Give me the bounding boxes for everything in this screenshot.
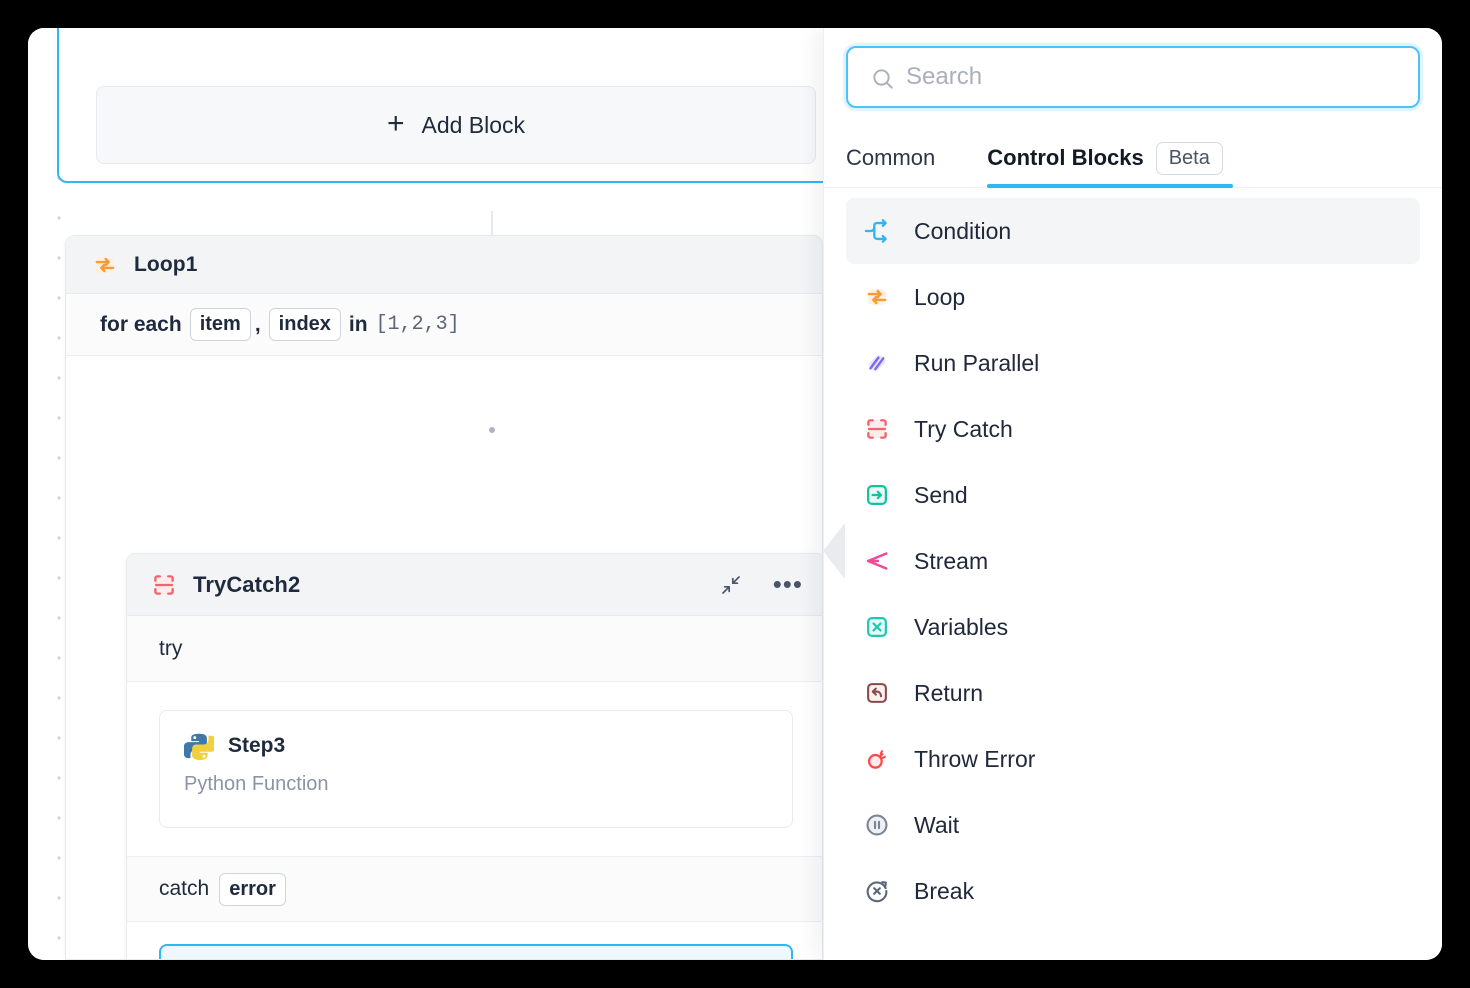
loop-block-header[interactable]: Loop1 [66, 236, 822, 294]
try-catch-icon [149, 570, 179, 600]
loop-expression-row: for each item , index in [1,2,3] [66, 294, 822, 356]
tab-control-blocks-label: Control Blocks [987, 145, 1143, 171]
block-item-label: Condition [914, 218, 1011, 245]
more-options-icon[interactable]: ••• [773, 577, 803, 593]
loop-body: TryCatch2 ••• try [66, 356, 822, 960]
try-catch-block-card[interactable]: TryCatch2 ••• try [126, 553, 823, 960]
block-list: Condition Loop [824, 188, 1442, 924]
app-window: + Add Block Loop1 for each item [28, 28, 1442, 960]
block-library-panel: Common Control Blocks Beta Condition [823, 28, 1442, 960]
block-item-variables[interactable]: Variables [846, 594, 1420, 660]
send-icon [862, 480, 892, 510]
tab-common[interactable]: Common [846, 129, 945, 187]
block-item-label: Try Catch [914, 416, 1013, 443]
block-item-wait[interactable]: Wait [846, 792, 1420, 858]
block-item-label: Variables [914, 614, 1008, 641]
selected-block-container[interactable]: + Add Block [57, 28, 847, 183]
block-item-label: Stream [914, 548, 988, 575]
try-catch-icon [862, 414, 892, 444]
catch-section-label: catch error [127, 856, 823, 922]
for-each-keyword: for each [100, 313, 182, 337]
loop-icon [862, 282, 892, 312]
step-card-step3[interactable]: Step3 Python Function [159, 710, 793, 828]
in-keyword: in [349, 313, 368, 337]
block-item-return[interactable]: Return [846, 660, 1420, 726]
try-catch-header[interactable]: TryCatch2 ••• [127, 554, 823, 616]
wait-icon [862, 810, 892, 840]
block-item-label: Send [914, 482, 968, 509]
add-block-button-catch[interactable]: + Add Block [159, 944, 793, 960]
return-icon [862, 678, 892, 708]
step-name: Step3 [228, 734, 285, 758]
catch-section-body: + Add Block [127, 922, 823, 960]
try-section-label: try [127, 616, 823, 682]
tab-control-blocks[interactable]: Control Blocks Beta [987, 129, 1233, 187]
block-item-label: Return [914, 680, 983, 707]
variables-icon [862, 612, 892, 642]
block-item-stream[interactable]: Stream [846, 528, 1420, 594]
block-item-try-catch[interactable]: Try Catch [846, 396, 1420, 462]
block-item-run-parallel[interactable]: Run Parallel [846, 330, 1420, 396]
try-catch-header-actions: ••• [719, 573, 803, 597]
try-label: try [159, 637, 182, 661]
tab-common-label: Common [846, 145, 935, 171]
throw-error-icon [862, 744, 892, 774]
try-section-body: Step3 Python Function [127, 682, 823, 856]
search-box[interactable] [846, 46, 1420, 108]
block-item-break[interactable]: Break [846, 858, 1420, 924]
try-catch-title: TryCatch2 [193, 572, 300, 598]
python-icon [184, 731, 214, 761]
loop-comma: , [255, 313, 261, 337]
connector-dot-top[interactable] [486, 424, 498, 436]
loop-item-variable[interactable]: item [190, 308, 251, 341]
block-item-throw-error[interactable]: Throw Error [846, 726, 1420, 792]
collapse-icon[interactable] [719, 573, 743, 597]
stream-icon [862, 546, 892, 576]
loop-iterable-value[interactable]: [1,2,3] [376, 313, 460, 336]
beta-badge: Beta [1156, 142, 1223, 175]
loop-index-variable[interactable]: index [269, 308, 341, 341]
step-subtitle: Python Function [184, 773, 768, 796]
add-block-label: Add Block [421, 112, 525, 139]
catch-error-variable[interactable]: error [219, 873, 286, 906]
condition-icon [862, 216, 892, 246]
loop-icon [90, 250, 120, 280]
block-item-loop[interactable]: Loop [846, 264, 1420, 330]
block-item-label: Run Parallel [914, 350, 1039, 377]
search-container [824, 28, 1442, 108]
break-icon [862, 876, 892, 906]
block-item-label: Break [914, 878, 974, 905]
catch-label: catch [159, 877, 209, 901]
search-input[interactable] [906, 63, 1418, 91]
block-item-label: Loop [914, 284, 965, 311]
workflow-canvas[interactable]: + Add Block Loop1 for each item [28, 28, 823, 960]
step-card-top: Step3 [184, 731, 768, 761]
add-block-button-top[interactable]: + Add Block [96, 86, 816, 164]
panel-tabs: Common Control Blocks Beta [824, 130, 1442, 188]
block-item-condition[interactable]: Condition [846, 198, 1420, 264]
block-item-send[interactable]: Send [846, 462, 1420, 528]
loop-block-title: Loop1 [134, 253, 198, 277]
run-parallel-icon [862, 348, 892, 378]
plus-icon: + [387, 109, 405, 139]
loop-block-card[interactable]: Loop1 for each item , index in [1,2,3] [65, 235, 823, 960]
block-item-label: Throw Error [914, 746, 1035, 773]
block-item-label: Wait [914, 812, 959, 839]
